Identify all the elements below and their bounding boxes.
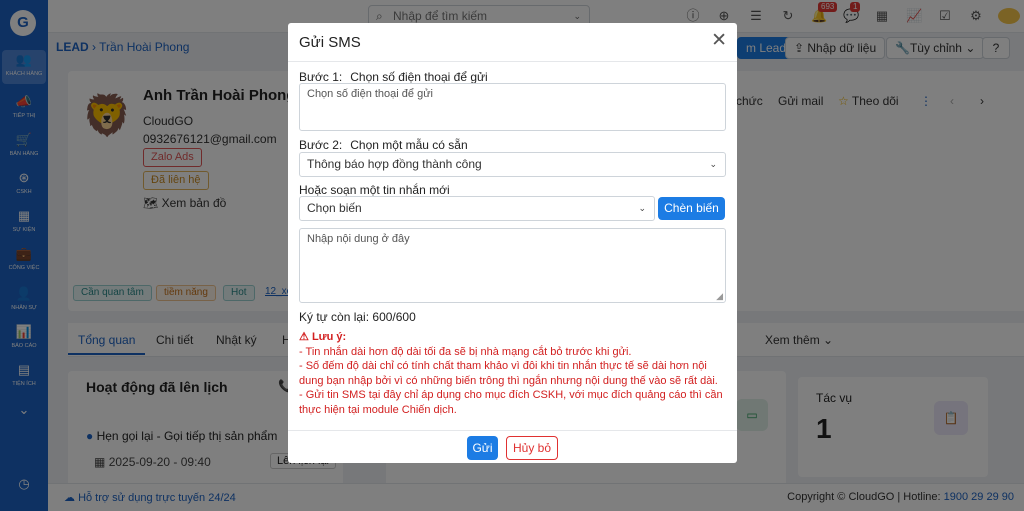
warning-note: ⚠ Lưu ý: - Tin nhắn dài hơn độ dài tối đ… [299,330,729,418]
step1-number: Bước 1: [299,70,343,84]
resize-handle-icon[interactable]: ◢ [716,291,723,302]
warning-title-label: Lưu ý: [311,331,347,343]
warning-line: - Tin nhắn dài hơn độ dài tối đa sẽ bị n… [299,345,632,358]
compose-label: Hoặc soạn một tin nhắn mới [299,183,450,197]
warning-title: ⚠ Lưu ý: [299,330,729,345]
chevron-down-icon: ⌄ [709,159,717,169]
chevron-down-icon: ⌄ [638,203,646,213]
content-placeholder: Nhập nội dung ở đây [307,233,410,245]
step1-text: Chọn số điện thoại để gửi [350,70,488,84]
step2-number: Bước 2: [299,138,343,152]
sms-content-textarea[interactable]: Nhập nội dung ở đây ◢ [299,228,726,303]
template-value: Thông báo hợp đồng thành công [307,157,482,171]
insert-variable-button[interactable]: Chèn biến [658,197,725,220]
variable-select[interactable]: Chọn biến ⌄ [299,196,655,221]
close-icon[interactable]: ✕ [711,31,727,51]
step2-label: Bước 2: Chọn một mẫu có sẵn [299,138,468,152]
step2-text: Chọn một mẫu có sẵn [350,138,468,152]
warning-line: - Số đếm độ dài chỉ có tính chất tham kh… [299,360,718,387]
phone-placeholder: Chọn số điện thoại để gửi [307,88,434,100]
send-button[interactable]: Gửi [467,436,498,460]
send-sms-modal: Gửi SMS ✕ Bước 1: Chọn số điện thoại để g… [288,23,737,463]
cancel-button[interactable]: Hủy bỏ [506,436,558,460]
modal-footer: Gửi Hủy bỏ [288,430,737,463]
template-select[interactable]: Thông báo hợp đồng thành công ⌄ [299,152,726,177]
warning-icon: ⚠ [299,331,309,343]
modal-title: Gửi SMS [299,34,361,51]
modal-header: Gửi SMS ✕ [288,23,737,62]
variable-value: Chọn biến [307,201,362,215]
chars-remaining: Ký tự còn lại: 600/600 [299,310,416,324]
phone-select[interactable]: Chọn số điện thoại để gửi [299,83,726,131]
warning-line: - Gửi tin SMS tại đây chỉ áp dụng cho mụ… [299,389,723,416]
step1-label: Bước 1: Chọn số điện thoại để gửi [299,70,488,84]
